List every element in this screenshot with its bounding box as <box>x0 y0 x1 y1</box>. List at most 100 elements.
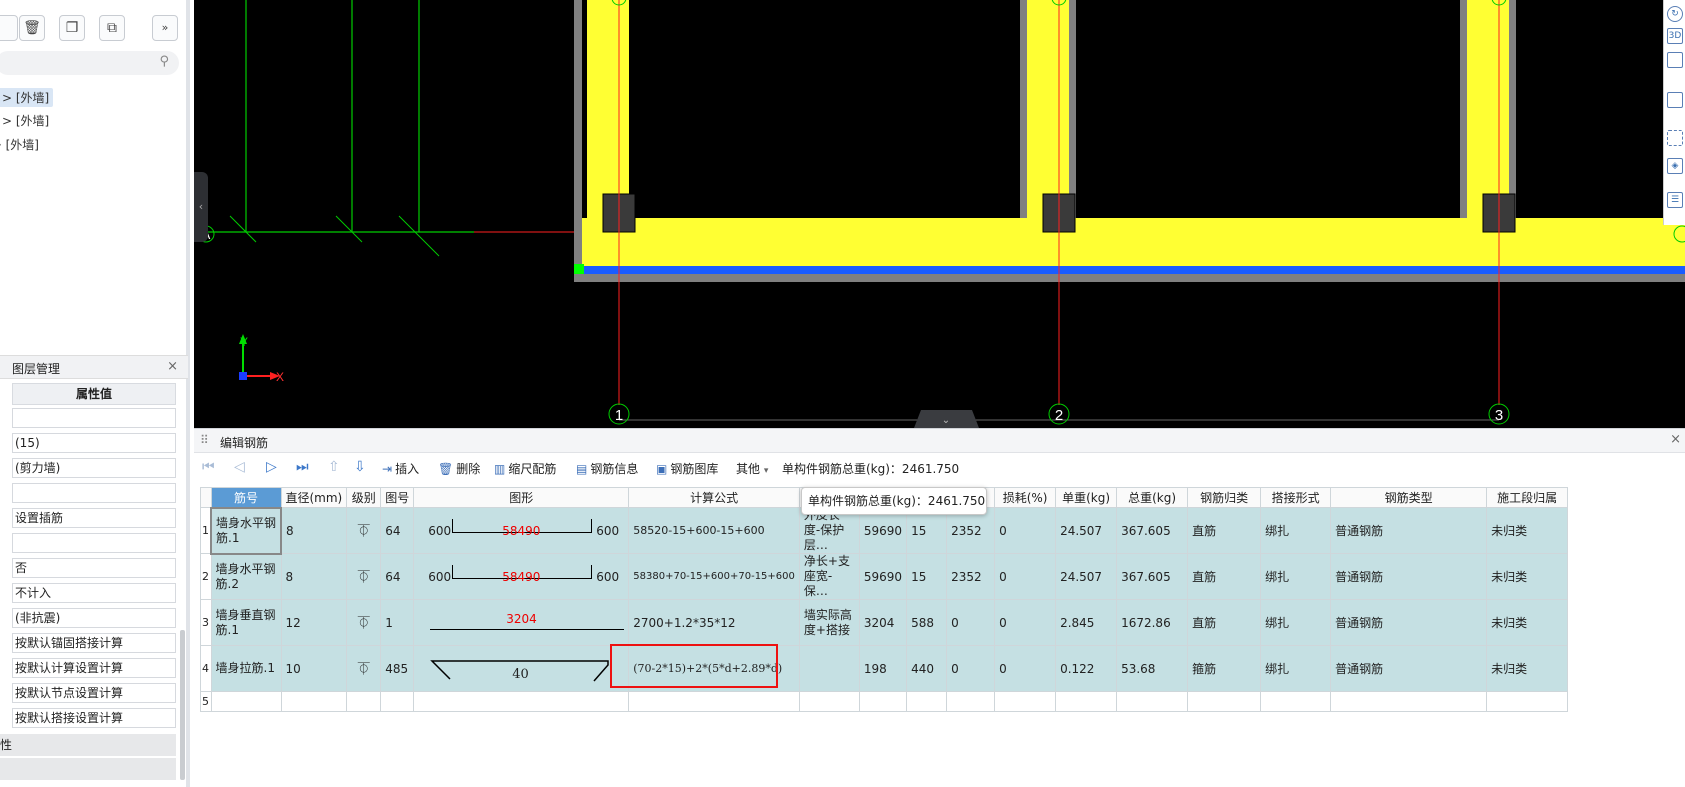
property-value[interactable]: 按默认锚固搭接计算 <box>12 633 176 653</box>
cell-unit-weight[interactable]: 24.507 <box>1055 553 1118 600</box>
cell-name[interactable]: 墙身水平钢筋.1 <box>210 506 282 555</box>
cell-rebar-type[interactable]: 普通钢筋 <box>1330 599 1488 646</box>
move-down-icon[interactable]: ⇩ <box>354 459 366 475</box>
shape-mid-value[interactable]: 3204 <box>506 612 537 626</box>
cell-diameter[interactable]: 8 <box>280 507 348 554</box>
cell-formula[interactable]: (70-2*15)+2*(5*d+2.89*d) <box>628 645 800 692</box>
solid-view-icon[interactable] <box>1667 92 1683 108</box>
cell-diameter[interactable]: 12 <box>280 599 348 646</box>
view-cube-icon[interactable] <box>1667 52 1683 68</box>
col-header[interactable]: 钢筋归类 <box>1187 487 1262 508</box>
move-up-icon[interactable]: ⇧ <box>328 459 340 475</box>
col-header[interactable]: 损耗(%) <box>994 487 1057 508</box>
cell-shape[interactable]: 3204 <box>413 599 630 646</box>
property-value[interactable] <box>12 408 176 428</box>
tree-item-outer-wall[interactable]: > [外墙] <box>0 88 54 107</box>
cell-category[interactable]: 箍筋 <box>1187 645 1262 692</box>
col-header[interactable]: 图形 <box>413 487 630 508</box>
rebar-info-button[interactable]: ▤ 钢筋信息 <box>576 460 638 477</box>
cell-total-weight[interactable]: 367.605 <box>1116 553 1189 600</box>
col-header[interactable]: 钢筋类型 <box>1330 487 1488 508</box>
table-row[interactable]: 2 墙身水平钢筋.2 8 ⏁ 64 600 58490 600 58380+70… <box>200 553 1569 600</box>
cell-lap-type[interactable]: 绑扎 <box>1260 553 1332 600</box>
search-input[interactable]: ⚲ <box>0 51 179 75</box>
copy-icon[interactable]: ❐ <box>59 15 85 41</box>
cell-lap-type[interactable]: 绑扎 <box>1260 507 1332 554</box>
cell-category[interactable]: 直筋 <box>1187 599 1262 646</box>
cell-formula[interactable]: 58380+70-15+600+70-15+600 <box>628 553 800 600</box>
cell-lap[interactable]: 2352 <box>946 553 996 600</box>
cell-rebar-type[interactable]: 普通钢筋 <box>1330 507 1488 554</box>
cell-name[interactable]: 墙身垂直钢筋.1 <box>210 599 282 646</box>
col-header[interactable]: 施工段归属 <box>1486 487 1569 508</box>
col-header[interactable]: 筋号 <box>210 487 282 508</box>
property-value[interactable]: 否 <box>12 558 176 578</box>
cell-shape[interactable]: 600 58490 600 <box>413 507 630 554</box>
cell-section[interactable]: 未归类 <box>1486 553 1569 600</box>
cell-formula[interactable]: 58520-15+600-15+600 <box>628 507 800 554</box>
col-header[interactable]: 搭接形式 <box>1260 487 1332 508</box>
scrollbar[interactable] <box>180 630 185 780</box>
cell-shape[interactable]: 40 <box>413 645 630 692</box>
cell-shape-no[interactable]: 64 <box>380 507 415 554</box>
panel-collapse-left-icon[interactable]: ‹ <box>194 172 208 242</box>
cell-shape-no[interactable]: 485 <box>380 645 415 692</box>
col-header[interactable]: 直径(mm) <box>280 487 348 508</box>
cell-section[interactable]: 未归类 <box>1486 599 1569 646</box>
cell-lap[interactable]: 0 <box>946 645 996 692</box>
cell-diameter[interactable]: 10 <box>280 645 348 692</box>
cell-unit-weight[interactable]: 24.507 <box>1055 507 1118 554</box>
cell-shape-no[interactable]: 1 <box>380 599 415 646</box>
property-value[interactable]: (非抗震) <box>12 608 176 628</box>
toolbar-partial-button[interactable] <box>0 15 18 41</box>
cube-icon[interactable]: ◈ <box>1667 158 1683 174</box>
property-value[interactable] <box>12 483 176 503</box>
property-value[interactable]: 按默认计算设置计算 <box>12 658 176 678</box>
drag-handle-icon[interactable]: ⠿ <box>200 433 209 447</box>
scale-rebar-button[interactable]: ▥ 缩尺配筋 <box>494 460 556 477</box>
list-icon[interactable]: ☰ <box>1667 192 1683 208</box>
col-header[interactable]: 级别 <box>346 487 382 508</box>
cell-length[interactable]: 198 <box>858 645 908 692</box>
cell-lap[interactable]: 0 <box>946 599 996 646</box>
drawing-canvas[interactable]: 1 2 3 A Y X ⌄ <box>194 0 1685 428</box>
cell-name[interactable]: 墙身拉筋.1 <box>210 645 282 692</box>
cell-length[interactable]: 3204 <box>858 599 908 646</box>
property-value[interactable]: (15) <box>12 433 176 453</box>
shape-mid-value[interactable]: 58490 <box>502 570 540 584</box>
table-row[interactable]: 4 墙身拉筋.1 10 ⏁ 485 40 (70-2*15)+2*(5*d+2.… <box>200 645 1569 692</box>
cell-length[interactable]: 59690 <box>858 553 908 600</box>
shape-right-value[interactable]: 600 <box>596 570 619 584</box>
cell-section[interactable]: 未归类 <box>1486 507 1569 554</box>
shape-left-value[interactable]: 600 <box>428 524 451 538</box>
property-value[interactable]: 不计入 <box>12 583 176 603</box>
cell-loss[interactable]: 0 <box>994 507 1057 554</box>
cell-grade[interactable]: ⏁ <box>346 599 382 646</box>
cell-name[interactable]: 墙身水平钢筋.2 <box>210 553 282 600</box>
cell-count[interactable]: 15 <box>906 553 948 600</box>
delete-icon[interactable]: 🗑 <box>19 15 45 41</box>
delete-button[interactable]: 🗑 删除 <box>438 460 480 477</box>
cell-formula-desc[interactable]: 净长+支座宽-保… <box>798 553 860 600</box>
cell-shape-no[interactable]: 64 <box>380 553 415 600</box>
cell-lap-type[interactable]: 绑扎 <box>1260 599 1332 646</box>
cell-diameter[interactable]: 8 <box>280 553 348 600</box>
property-group-row[interactable]: 性 <box>0 734 176 756</box>
property-value[interactable]: 按默认搭接设置计算 <box>12 708 176 728</box>
insert-button[interactable]: ⇥ 插入 <box>382 460 419 477</box>
cell-count[interactable]: 440 <box>906 645 948 692</box>
prev-record-icon[interactable]: ◁ <box>234 459 245 475</box>
select-box-icon[interactable] <box>1667 130 1683 146</box>
cell-formula-desc[interactable] <box>798 645 860 692</box>
close-icon[interactable]: × <box>1670 432 1681 447</box>
cell-count[interactable]: 588 <box>906 599 948 646</box>
cell-lap-type[interactable]: 绑扎 <box>1260 645 1332 692</box>
first-record-icon[interactable]: ⏮ <box>202 459 215 475</box>
cell-category[interactable]: 直筋 <box>1187 507 1262 554</box>
close-icon[interactable]: × <box>167 359 178 374</box>
cell-loss[interactable]: 0 <box>994 553 1057 600</box>
shape-mid-value[interactable]: 40 <box>512 667 529 682</box>
3d-view-icon[interactable]: 3D <box>1667 28 1683 44</box>
cell-formula[interactable]: 2700+1.2*35*12 <box>628 599 800 646</box>
cell-loss[interactable]: 0 <box>994 599 1057 646</box>
